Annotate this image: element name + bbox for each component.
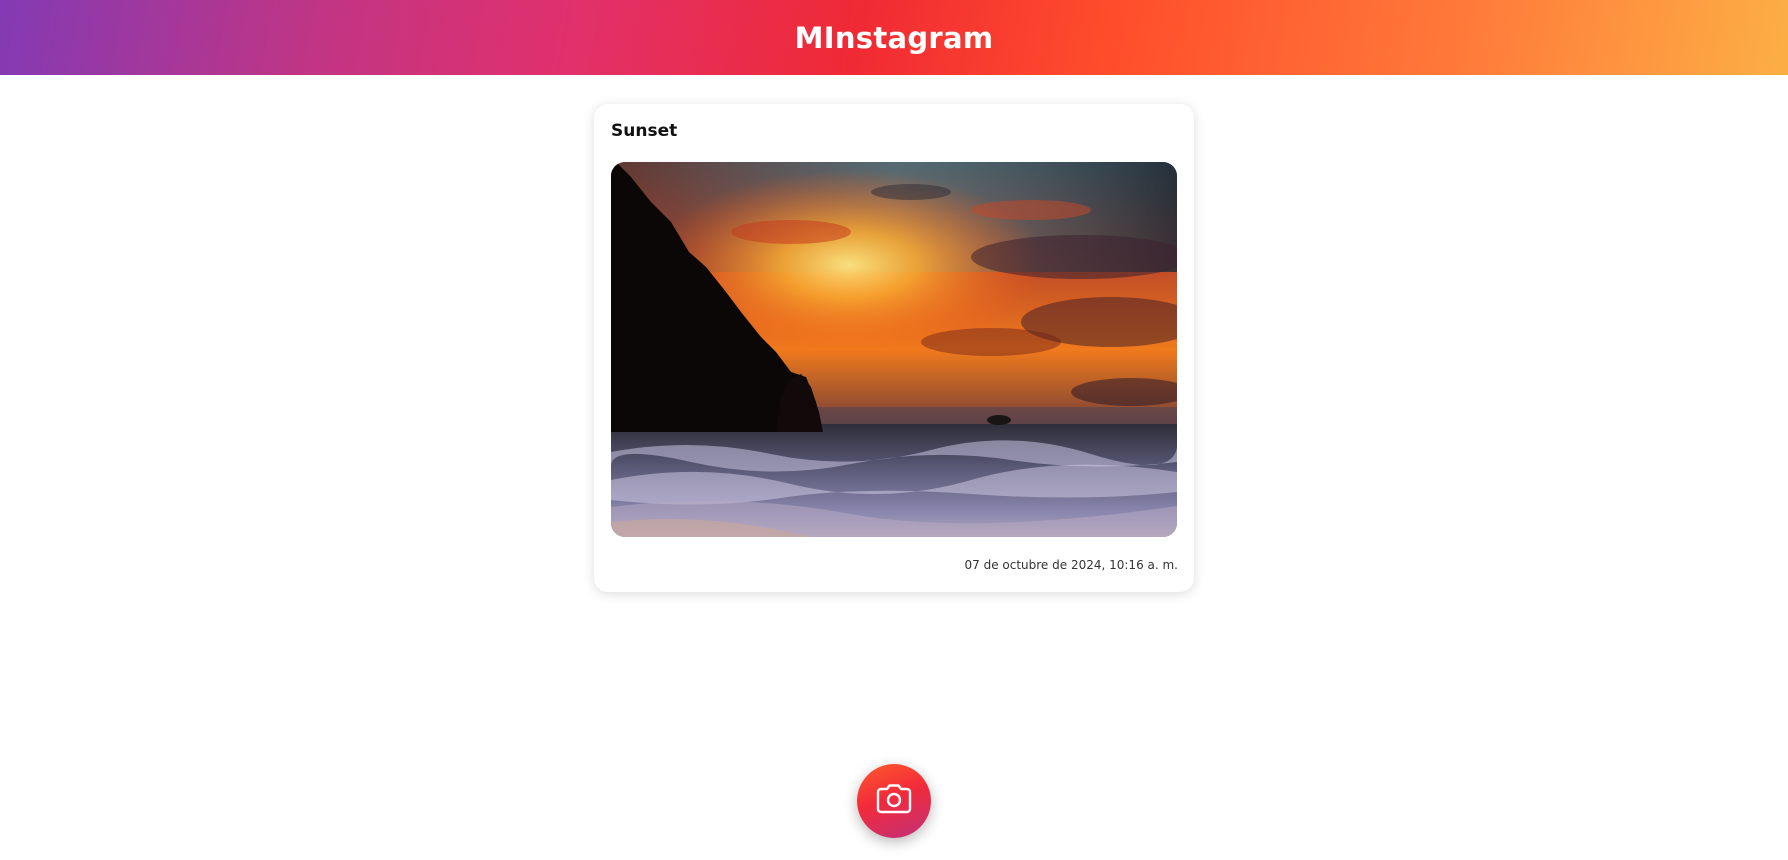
app-header: MInstagram (0, 0, 1788, 75)
app-title: MInstagram (794, 20, 994, 55)
post-card: Sunset 07 de octubre de 2024, 10:16 a. m… (594, 104, 1194, 592)
post-date: 07 de octubre de 2024, 10:16 a. m. (964, 558, 1179, 572)
post-title: Sunset (611, 121, 678, 141)
post-image (611, 162, 1177, 537)
camera-button[interactable] (857, 764, 931, 838)
camera-icon (876, 784, 912, 818)
